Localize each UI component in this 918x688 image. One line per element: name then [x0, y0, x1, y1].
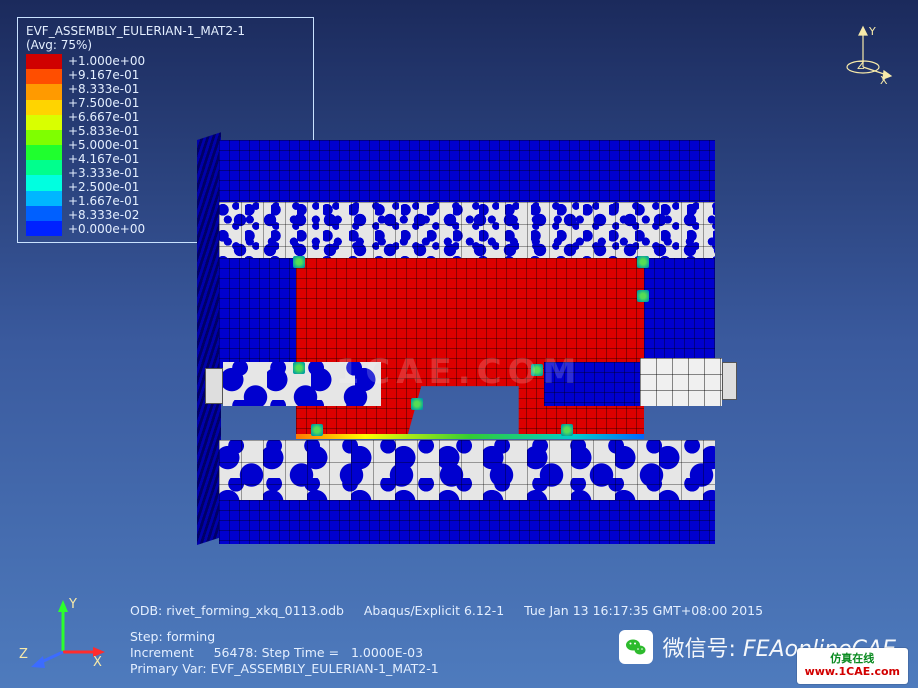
legend-swatch [26, 160, 62, 175]
step-label: Step: [130, 629, 163, 644]
odb-file: rivet_forming_xkq_0113.odb [166, 603, 344, 618]
legend-tick: +5.000e-01 [68, 138, 145, 152]
primary-var-value: EVF_ASSEMBLY_EULERIAN-1_MAT2-1 [211, 661, 439, 676]
transition-cell [637, 290, 649, 302]
legend-tick: +8.333e-01 [68, 82, 145, 96]
small-triad-z: Z [19, 647, 28, 662]
transition-cell [531, 364, 543, 376]
legend-tick-labels: +1.000e+00+9.167e-01+8.333e-01+7.500e-01… [68, 54, 145, 236]
legend-swatch [26, 100, 62, 115]
legend-tick: +1.000e+00 [68, 54, 145, 68]
mesh-region-bottom-blue [219, 500, 715, 544]
transition-cell [637, 256, 649, 268]
transition-cell [293, 362, 305, 374]
model-viewport[interactable] [175, 140, 737, 545]
legend-color-bar [26, 54, 62, 236]
legend-tick: +8.333e-02 [68, 208, 145, 222]
view-orientation-triad[interactable]: Y X Z [833, 25, 893, 85]
legend-swatch [26, 206, 62, 221]
model-depth-edge [197, 132, 221, 545]
legend-swatch [26, 130, 62, 145]
transition-cell [293, 256, 305, 268]
transition-cell [411, 398, 423, 410]
legend-tick: +3.333e-01 [68, 166, 145, 180]
badge-cn: 仿真在线 [805, 652, 900, 665]
grid-overlay-upper [219, 202, 715, 258]
mesh-region-top-blue [219, 140, 715, 202]
primary-var-label: Primary Var: [130, 661, 207, 676]
small-triad-y: Y [68, 597, 77, 612]
legend-tick: +5.833e-01 [68, 124, 145, 138]
transition-cell [311, 424, 323, 436]
increment-value: 56478: [214, 645, 258, 660]
interface-gradient-line [296, 434, 644, 439]
legend-tick: +7.500e-01 [68, 96, 145, 110]
solver-name: Abaqus/Explicit 6.12-1 [364, 603, 504, 618]
legend-swatch [26, 191, 62, 206]
step-name: forming [167, 629, 215, 644]
legend-tick: +1.667e-01 [68, 194, 145, 208]
legend-subtitle: (Avg: 75%) [26, 38, 305, 52]
transition-cell [561, 424, 573, 436]
global-axis-triad: Y X Z [15, 594, 105, 674]
grid-overlay-lower [219, 440, 715, 500]
wechat-prefix: 微信号: [663, 637, 736, 662]
step-time-value: 1.0000E-03 [351, 645, 423, 660]
axis-x-label: X [880, 74, 888, 87]
wechat-icon [619, 630, 653, 664]
mesh-region-rivet-red [296, 258, 644, 436]
legend-tick: +0.000e+00 [68, 222, 145, 236]
die-block-right [722, 362, 737, 400]
legend-swatch [26, 175, 62, 190]
legend-swatch [26, 145, 62, 160]
legend-tick: +4.167e-01 [68, 152, 145, 166]
legend-tick: +9.167e-01 [68, 68, 145, 82]
legend-swatch [26, 54, 62, 69]
legend-swatch [26, 115, 62, 130]
legend-tick: +6.667e-01 [68, 110, 145, 124]
mesh-region-midright-blue [544, 362, 640, 406]
legend-swatch [26, 69, 62, 84]
mesh-region-right-blue [644, 258, 715, 368]
legend-swatch [26, 221, 62, 236]
legend-title: EVF_ASSEMBLY_EULERIAN-1_MAT2-1 [26, 24, 305, 38]
mesh-region-midright-grid [640, 358, 722, 406]
badge-url: www.1CAE.com [805, 665, 900, 678]
axis-z-label: Z [857, 59, 865, 72]
legend-tick: +2.500e-01 [68, 180, 145, 194]
odb-label: ODB: [130, 603, 162, 618]
step-time-label: Step Time = [262, 645, 339, 660]
source-badge: 仿真在线 www.1CAE.com [797, 648, 908, 684]
odb-timestamp: Tue Jan 13 16:17:35 GMT+08:00 2015 [524, 603, 763, 618]
die-block-left [205, 368, 223, 404]
axis-y-label: Y [868, 25, 876, 38]
legend-header: EVF_ASSEMBLY_EULERIAN-1_MAT2-1 (Avg: 75%… [26, 24, 305, 52]
small-triad-x: X [93, 655, 102, 670]
increment-label: Increment [130, 645, 194, 660]
legend-swatch [26, 84, 62, 99]
mesh-region-left-blue [219, 258, 296, 368]
